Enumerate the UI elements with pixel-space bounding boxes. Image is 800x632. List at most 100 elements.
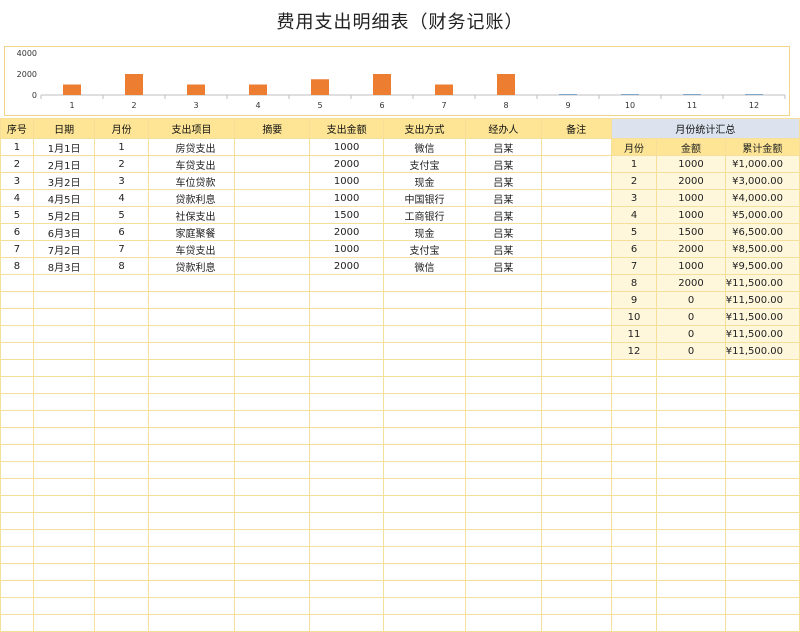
data-cell[interactable] — [465, 580, 542, 598]
data-cell[interactable] — [94, 393, 149, 411]
data-cell[interactable] — [724, 427, 800, 445]
data-cell[interactable] — [724, 580, 800, 598]
data-cell[interactable] — [32, 563, 96, 581]
data-cell[interactable] — [656, 580, 726, 598]
column-header[interactable]: 摘要 — [234, 118, 311, 139]
summary-amount[interactable]: 1000 — [656, 206, 726, 224]
data-cell[interactable] — [0, 529, 34, 547]
data-cell[interactable]: 微信 — [382, 138, 467, 156]
data-cell[interactable]: 吕某 — [465, 206, 542, 224]
summary-month[interactable]: 6 — [610, 240, 658, 258]
data-cell[interactable] — [309, 359, 384, 377]
data-cell[interactable]: 中国银行 — [382, 189, 467, 207]
data-cell[interactable] — [465, 478, 542, 496]
summary-cumulative[interactable]: ¥1,000.00 — [724, 155, 800, 173]
data-cell[interactable] — [94, 529, 149, 547]
data-cell[interactable]: 社保支出 — [147, 206, 236, 224]
data-cell[interactable] — [465, 512, 542, 530]
data-cell[interactable] — [724, 478, 800, 496]
data-cell[interactable] — [724, 546, 800, 564]
data-cell[interactable]: 贷款利息 — [147, 257, 236, 275]
data-cell[interactable] — [94, 342, 149, 360]
data-cell[interactable] — [234, 614, 311, 632]
data-cell[interactable] — [309, 444, 384, 462]
data-cell[interactable] — [309, 410, 384, 428]
data-cell[interactable] — [147, 614, 236, 632]
data-cell[interactable] — [465, 427, 542, 445]
data-cell[interactable] — [656, 410, 726, 428]
data-cell[interactable] — [540, 614, 612, 632]
data-cell[interactable] — [465, 342, 542, 360]
data-cell[interactable] — [234, 342, 311, 360]
data-cell[interactable] — [382, 376, 467, 394]
data-cell[interactable] — [656, 563, 726, 581]
column-header[interactable]: 月份 — [94, 118, 149, 139]
data-cell[interactable] — [465, 325, 542, 343]
data-cell[interactable]: 4月5日 — [32, 189, 96, 207]
data-cell[interactable] — [309, 393, 384, 411]
summary-cumulative[interactable]: ¥11,500.00 — [724, 274, 800, 292]
data-cell[interactable] — [94, 274, 149, 292]
data-cell[interactable] — [382, 393, 467, 411]
data-cell[interactable] — [234, 410, 311, 428]
data-cell[interactable] — [32, 359, 96, 377]
data-cell[interactable]: 4 — [0, 189, 34, 207]
data-cell[interactable] — [724, 376, 800, 394]
data-cell[interactable] — [234, 359, 311, 377]
data-cell[interactable]: 吕某 — [465, 257, 542, 275]
summary-amount[interactable]: 0 — [656, 291, 726, 309]
data-cell[interactable] — [94, 597, 149, 615]
data-cell[interactable] — [94, 495, 149, 513]
data-cell[interactable] — [94, 546, 149, 564]
data-cell[interactable] — [32, 478, 96, 496]
data-cell[interactable] — [540, 546, 612, 564]
data-cell[interactable] — [656, 359, 726, 377]
data-cell[interactable] — [309, 478, 384, 496]
data-cell[interactable] — [309, 512, 384, 530]
summary-header[interactable]: 累计金额 — [724, 138, 800, 156]
data-cell[interactable] — [147, 393, 236, 411]
data-cell[interactable]: 1月1日 — [32, 138, 96, 156]
data-cell[interactable] — [382, 597, 467, 615]
data-cell[interactable] — [0, 597, 34, 615]
data-cell[interactable] — [610, 410, 658, 428]
data-cell[interactable] — [147, 529, 236, 547]
data-cell[interactable] — [234, 512, 311, 530]
data-cell[interactable] — [32, 614, 96, 632]
data-cell[interactable] — [234, 274, 311, 292]
data-cell[interactable]: 吕某 — [465, 172, 542, 190]
data-cell[interactable]: 贷款利息 — [147, 189, 236, 207]
data-cell[interactable] — [94, 308, 149, 326]
data-cell[interactable] — [0, 427, 34, 445]
data-cell[interactable] — [610, 546, 658, 564]
data-cell[interactable] — [610, 614, 658, 632]
data-cell[interactable]: 吕某 — [465, 223, 542, 241]
data-cell[interactable]: 5月2日 — [32, 206, 96, 224]
summary-amount[interactable]: 2000 — [656, 172, 726, 190]
summary-cumulative[interactable]: ¥11,500.00 — [724, 325, 800, 343]
data-cell[interactable] — [32, 444, 96, 462]
data-cell[interactable] — [309, 325, 384, 343]
data-cell[interactable] — [382, 342, 467, 360]
data-cell[interactable] — [540, 172, 612, 190]
data-cell[interactable] — [32, 291, 96, 309]
data-cell[interactable] — [94, 563, 149, 581]
column-header[interactable]: 支出方式 — [382, 118, 467, 139]
data-cell[interactable] — [309, 580, 384, 598]
data-cell[interactable] — [147, 274, 236, 292]
data-cell[interactable] — [309, 563, 384, 581]
data-cell[interactable] — [234, 223, 311, 241]
data-cell[interactable] — [94, 325, 149, 343]
data-cell[interactable] — [309, 546, 384, 564]
data-cell[interactable] — [382, 529, 467, 547]
data-cell[interactable] — [32, 325, 96, 343]
data-cell[interactable] — [0, 410, 34, 428]
data-cell[interactable] — [94, 580, 149, 598]
summary-cumulative[interactable]: ¥4,000.00 — [724, 189, 800, 207]
data-cell[interactable] — [147, 325, 236, 343]
data-cell[interactable] — [465, 495, 542, 513]
data-cell[interactable] — [540, 410, 612, 428]
summary-month[interactable]: 7 — [610, 257, 658, 275]
data-cell[interactable]: 2 — [0, 155, 34, 173]
data-cell[interactable] — [610, 359, 658, 377]
